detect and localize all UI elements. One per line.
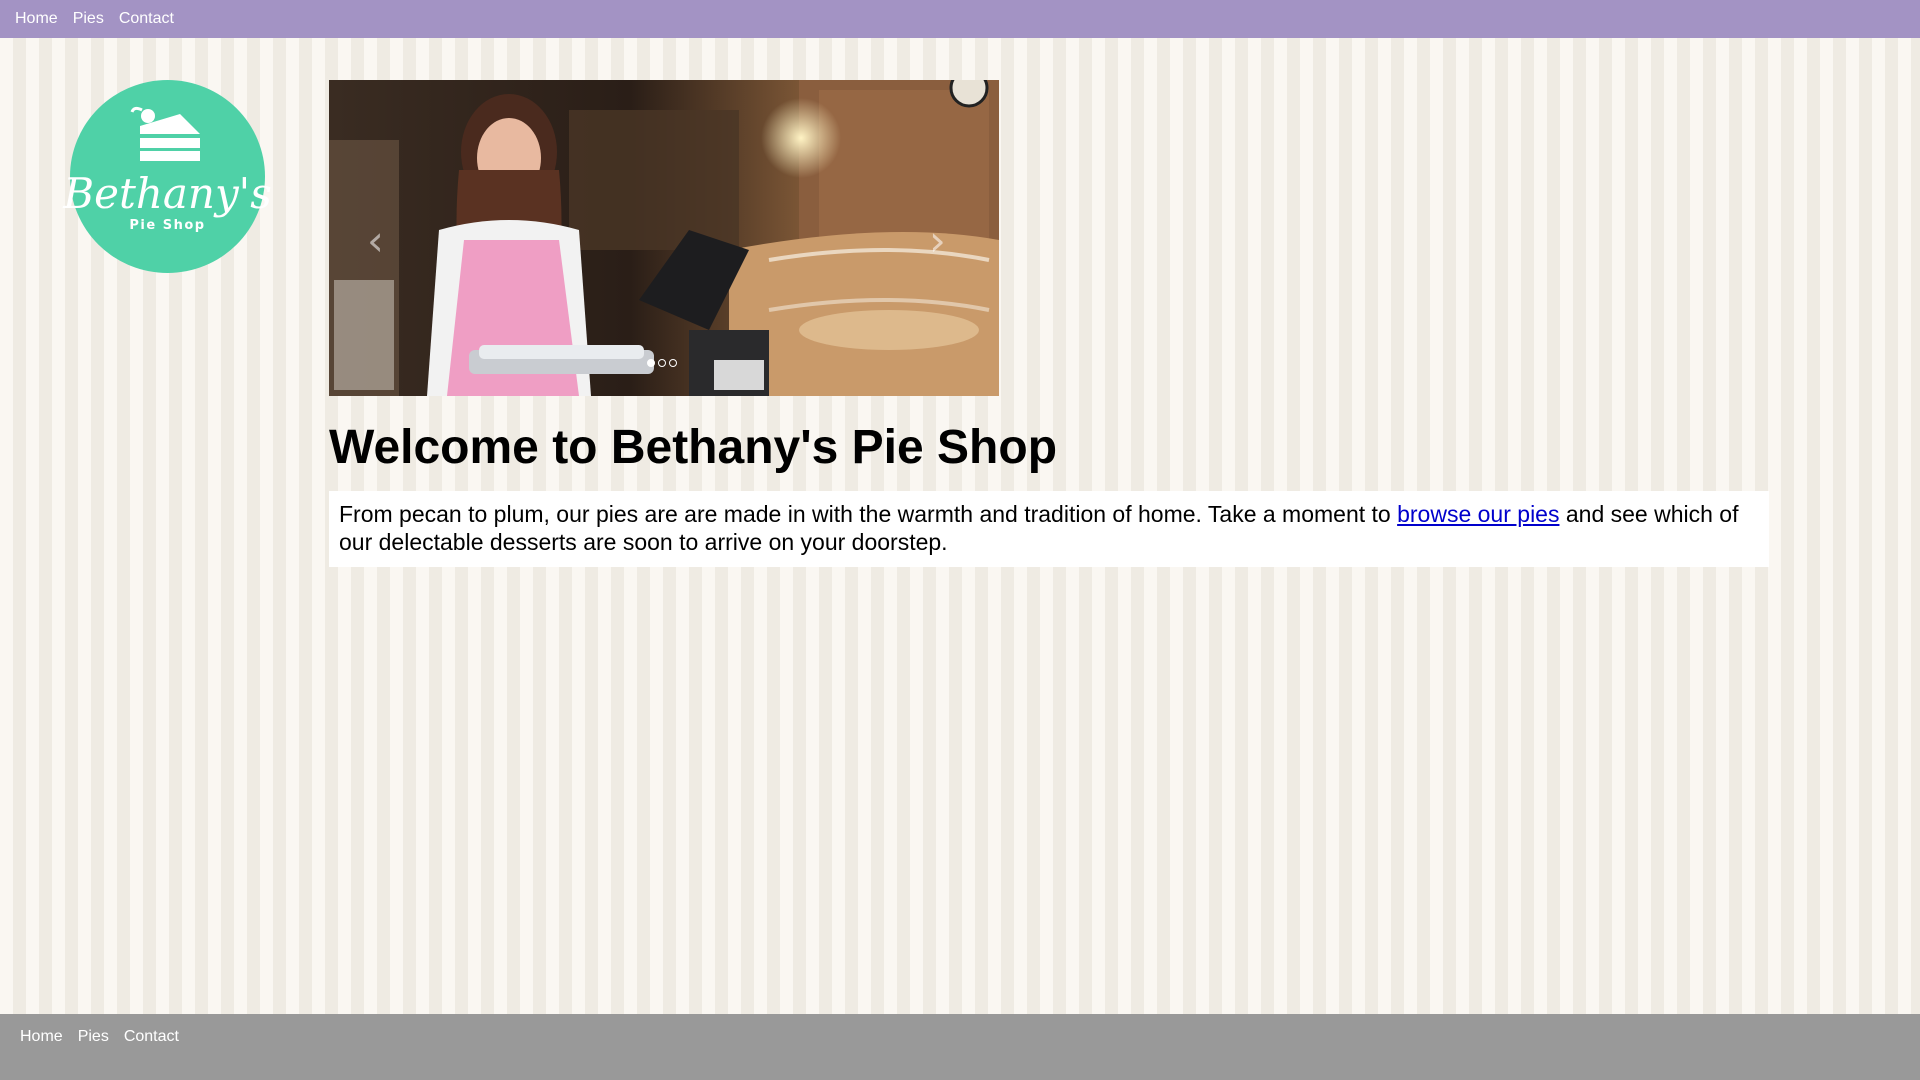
nav-link-home[interactable]: Home xyxy=(15,10,58,28)
intro-panel: From pecan to plum, our pies are are mad… xyxy=(329,491,1769,567)
footer-link-pies[interactable]: Pies xyxy=(78,1028,109,1046)
carousel-indicator-3[interactable] xyxy=(669,359,677,367)
carousel-slide-image xyxy=(329,80,999,396)
pie-slice-icon xyxy=(130,106,200,161)
nav-link-pies[interactable]: Pies xyxy=(73,10,104,28)
logo-subtitle: Pie Shop xyxy=(129,218,206,233)
intro-text-before: From pecan to plum, our pies are are mad… xyxy=(339,501,1398,527)
hero-carousel[interactable]: ‹ › xyxy=(329,80,999,396)
chevron-right-icon[interactable]: › xyxy=(929,220,946,262)
footer: Home Pies Contact xyxy=(0,1014,1920,1080)
footer-link-home[interactable]: Home xyxy=(20,1028,63,1046)
carousel-indicator-2[interactable] xyxy=(658,359,666,367)
carousel-indicators xyxy=(647,359,677,367)
chevron-left-icon[interactable]: ‹ xyxy=(367,220,384,262)
footer-link-contact[interactable]: Contact xyxy=(124,1028,179,1046)
shop-logo[interactable]: Bethany's Pie Shop xyxy=(63,80,272,273)
page-title: Welcome to Bethany's Pie Shop xyxy=(329,421,1058,474)
logo-script-text: Bethany's xyxy=(63,169,272,218)
footer-navigation: Home Pies Contact xyxy=(20,1028,194,1046)
top-navigation: Home Pies Contact xyxy=(0,0,1920,38)
browse-pies-link[interactable]: browse our pies xyxy=(1397,501,1559,527)
carousel-indicator-1[interactable] xyxy=(647,359,655,367)
nav-link-contact[interactable]: Contact xyxy=(119,10,174,28)
